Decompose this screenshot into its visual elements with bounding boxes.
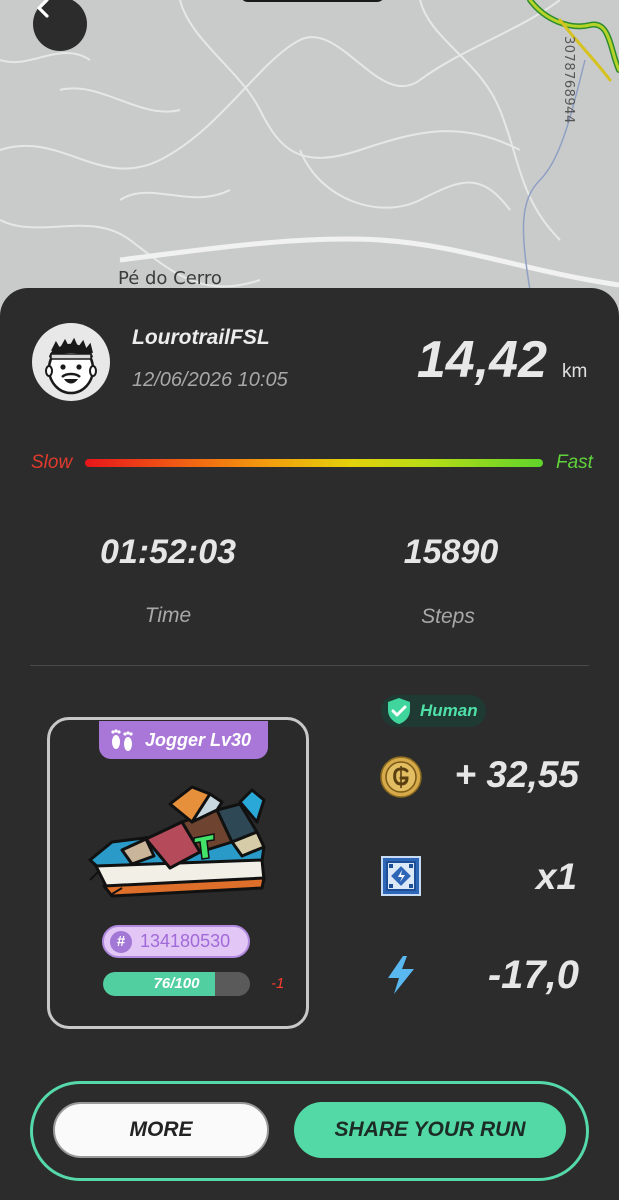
map-roads <box>0 0 619 291</box>
status-pill <box>240 0 385 2</box>
more-button[interactable]: MORE <box>53 1102 269 1158</box>
sneaker-type-badge: Jogger Lv30 <box>99 721 268 759</box>
durability-text: 76/100 <box>153 975 200 992</box>
hash-icon: # <box>110 930 132 953</box>
steps-value: 15890 <box>403 533 499 571</box>
durability-delta: -1 <box>271 975 285 992</box>
token-id: 134180530 <box>140 931 231 951</box>
avatar-face-icon <box>45 337 97 395</box>
distance-unit: km <box>562 361 588 382</box>
gst-earned-value: + 32,55 <box>454 754 579 795</box>
mystery-box-icon <box>381 856 421 896</box>
chevron-left-icon <box>37 0 49 18</box>
shield-check-icon <box>388 698 410 724</box>
run-datetime: 12/06/2026 10:05 <box>132 369 288 391</box>
divider <box>30 665 589 666</box>
username: LourotrailFSL <box>132 326 270 349</box>
footprints-icon <box>111 729 133 751</box>
speed-gradient-bar <box>85 459 543 467</box>
sneaker-type-label: Jogger Lv30 <box>145 729 252 750</box>
route-map[interactable]: Pé do Cerro 3078768944 <box>0 0 619 330</box>
mystery-box-count: x1 <box>535 856 577 897</box>
map-id-label: 3078768944 <box>561 36 576 124</box>
map-place-label: Pé do Cerro <box>118 268 222 289</box>
energy-used-value: -17,0 <box>487 953 579 997</box>
time-value: 01:52:03 <box>99 533 237 571</box>
speed-slow-label: Slow <box>31 452 73 473</box>
time-label: Time <box>144 604 192 627</box>
human-label: Human <box>420 701 478 720</box>
speed-fast-label: Fast <box>556 452 593 473</box>
gst-coin-icon <box>380 756 422 798</box>
share-run-button[interactable]: SHARE YOUR RUN <box>294 1102 566 1158</box>
human-badge: Human <box>381 695 486 727</box>
sneaker-image <box>88 785 266 898</box>
energy-bolt-icon <box>388 956 414 994</box>
token-id-pill[interactable]: # 134180530 <box>102 925 250 958</box>
steps-label: Steps <box>421 605 475 628</box>
distance-value: 14,42 <box>416 331 547 389</box>
avatar[interactable] <box>32 323 110 401</box>
run-summary-screen: Pé do Cerro 3078768944 LourotrailFSL 12/… <box>0 0 619 1200</box>
